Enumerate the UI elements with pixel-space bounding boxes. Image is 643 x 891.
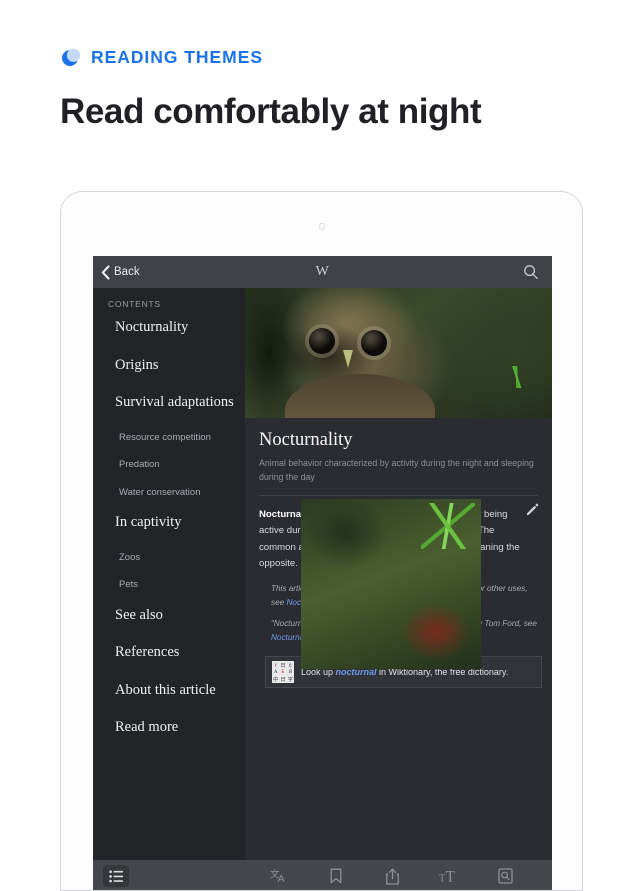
contents-sidebar[interactable]: CONTENTS Nocturnality Origins Survival a… <box>93 288 245 860</box>
tablet-device: Back W CONTENTS Nocturnality Origins Sur… <box>60 191 583 891</box>
sidebar-item-origins[interactable]: Origins <box>93 358 245 373</box>
sidebar-item-nocturnality[interactable]: Nocturnality <box>93 320 245 335</box>
back-button[interactable]: Back <box>93 265 140 280</box>
sidebar-item-about-this-article[interactable]: About this article <box>93 683 245 698</box>
owl-beak <box>343 350 353 368</box>
tablet-screen: Back W CONTENTS Nocturnality Origins Sur… <box>93 256 552 891</box>
text-size-button[interactable]: T T <box>436 865 462 887</box>
article-title: Nocturnality <box>259 430 538 450</box>
article-content: Nocturnality Animal behavior characteriz… <box>245 288 552 860</box>
owl-eye-right <box>361 330 387 356</box>
bookmark-icon <box>330 868 342 884</box>
find-in-page-icon <box>498 868 513 884</box>
contents-heading: CONTENTS <box>93 299 245 309</box>
image-watermark <box>589 842 635 853</box>
page-title: Read comfortably at night <box>60 92 643 131</box>
find-in-page-button[interactable] <box>493 865 519 887</box>
svg-text:T: T <box>445 869 455 884</box>
foliage-decoration <box>494 366 540 388</box>
back-label: Back <box>114 266 140 278</box>
secondary-image[interactable] <box>301 499 481 669</box>
wiktionary-logo-icon: y日عAБЯ中日字 <box>272 661 294 683</box>
app-navbar: Back W <box>93 256 552 288</box>
contents-list-icon <box>109 870 124 883</box>
sidebar-item-pets[interactable]: Pets <box>93 580 245 590</box>
moon-icon <box>60 48 80 68</box>
foliage-icon <box>421 503 475 549</box>
sidebar-item-see-also[interactable]: See also <box>93 608 245 623</box>
sidebar-item-read-more[interactable]: Read more <box>93 720 245 735</box>
sidebar-item-survival-adaptations[interactable]: Survival adaptations <box>93 395 245 410</box>
share-icon <box>386 868 399 885</box>
sidebar-item-predation[interactable]: Predation <box>93 460 245 470</box>
promo-header: READING THEMES Read comfortably at night <box>0 0 643 131</box>
bookmark-button[interactable] <box>323 865 349 887</box>
sidebar-item-references[interactable]: References <box>93 645 245 660</box>
chevron-left-icon <box>101 265 110 280</box>
front-camera-icon <box>318 223 325 230</box>
owl-eye-left <box>309 328 335 354</box>
search-icon[interactable] <box>523 264 539 280</box>
sidebar-item-resource-competition[interactable]: Resource competition <box>93 433 245 443</box>
sidebar-item-in-captivity[interactable]: In captivity <box>93 515 245 530</box>
pencil-icon[interactable] <box>525 502 540 517</box>
sidebar-item-water-conservation[interactable]: Water conservation <box>93 488 245 498</box>
contents-toggle-button[interactable] <box>103 865 129 887</box>
wikipedia-logo: W <box>316 264 330 280</box>
eyebrow: READING THEMES <box>60 48 643 68</box>
eyebrow-label: READING THEMES <box>91 49 263 67</box>
article-description: Animal behavior characterized by activit… <box>259 457 538 484</box>
text-size-icon: T T <box>439 868 460 884</box>
title-divider <box>259 495 538 496</box>
bottom-toolbar: 文 A <box>93 860 552 891</box>
share-button[interactable] <box>379 865 405 887</box>
svg-text:A: A <box>278 874 285 884</box>
sidebar-item-zoos[interactable]: Zoos <box>93 553 245 563</box>
language-button[interactable]: 文 A <box>266 865 292 887</box>
lead-image[interactable] <box>245 288 552 418</box>
language-icon: 文 A <box>270 868 289 884</box>
